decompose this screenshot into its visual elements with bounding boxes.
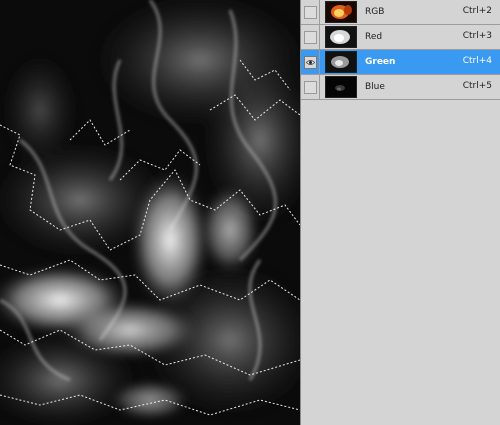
channel-row-rgb[interactable]: RGB Ctrl+2 bbox=[301, 0, 500, 25]
channel-shortcut: Ctrl+4 bbox=[462, 56, 492, 66]
channel-row-red[interactable]: Red Ctrl+3 bbox=[301, 25, 500, 50]
channel-name: RGB bbox=[365, 7, 385, 17]
document-canvas[interactable] bbox=[0, 0, 300, 425]
visibility-box bbox=[303, 30, 317, 44]
channel-shortcut: Ctrl+5 bbox=[462, 81, 492, 91]
channel-shortcut: Ctrl+3 bbox=[462, 31, 492, 41]
eye-icon bbox=[305, 59, 315, 65]
channel-name: Red bbox=[365, 32, 383, 42]
channel-shortcut: Ctrl+2 bbox=[462, 6, 492, 16]
channel-row-green[interactable]: Green Ctrl+4 bbox=[301, 50, 500, 75]
channel-name: Green bbox=[365, 57, 396, 67]
flame-image bbox=[0, 0, 300, 425]
visibility-toggle[interactable] bbox=[301, 25, 320, 49]
channel-thumbnail-rgb bbox=[325, 1, 357, 23]
visibility-box bbox=[303, 55, 317, 69]
channel-thumbnail-blue bbox=[325, 76, 357, 98]
visibility-toggle[interactable] bbox=[301, 75, 320, 99]
channel-row-blue[interactable]: Blue Ctrl+5 bbox=[301, 75, 500, 100]
channels-panel: RGB Ctrl+2 Red Ctrl+3 Green Ctrl+4 Blue … bbox=[300, 0, 500, 425]
visibility-box bbox=[303, 80, 317, 94]
visibility-toggle[interactable] bbox=[301, 0, 320, 24]
channel-name: Blue bbox=[365, 82, 385, 92]
visibility-toggle[interactable] bbox=[301, 50, 320, 74]
channel-thumbnail-red bbox=[325, 26, 357, 48]
visibility-box bbox=[303, 5, 317, 19]
channel-thumbnail-green bbox=[325, 51, 357, 73]
